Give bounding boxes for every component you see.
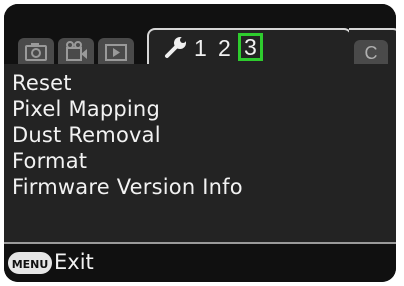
menu-item-dust-removal[interactable]: Dust Removal — [12, 122, 161, 148]
menu-item-format[interactable]: Format — [12, 148, 87, 174]
footer-divider — [4, 242, 396, 244]
exit-label: Exit — [54, 250, 94, 274]
menu-button-icon[interactable]: MENU — [8, 252, 52, 274]
page-1-tab[interactable]: 1 — [194, 35, 207, 61]
menu-item-firmware-version[interactable]: Firmware Version Info — [12, 174, 243, 200]
camera-screen: 1 2 3 C Reset Pixel Mapping Dust Removal… — [0, 0, 404, 286]
tab-playback[interactable] — [98, 38, 134, 66]
menu-panel: Reset Pixel Mapping Dust Removal Format … — [4, 64, 396, 242]
playback-icon — [105, 44, 127, 61]
page-2-tab[interactable]: 2 — [218, 35, 231, 61]
footer-bar: MENU Exit — [4, 242, 396, 282]
lcd-display: 1 2 3 C Reset Pixel Mapping Dust Removal… — [4, 4, 396, 282]
menu-item-pixel-mapping[interactable]: Pixel Mapping — [12, 96, 160, 122]
camera-icon — [25, 43, 47, 61]
wrench-icon — [165, 37, 186, 58]
tab-movie[interactable] — [58, 38, 94, 66]
page-3-tab-selected[interactable]: 3 — [238, 33, 263, 61]
tab-custom[interactable]: C — [354, 40, 388, 66]
movie-icon — [66, 41, 87, 61]
tab-camera[interactable] — [18, 38, 54, 66]
tab-bar: 1 2 3 C — [4, 4, 396, 66]
menu-item-reset[interactable]: Reset — [12, 70, 72, 96]
